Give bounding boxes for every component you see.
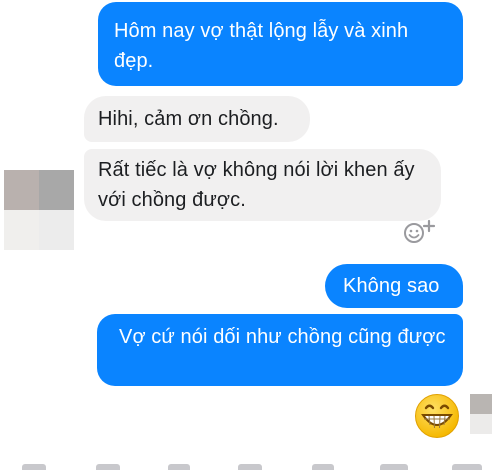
avatar-pixel <box>4 170 39 210</box>
incoming-message[interactable]: Rất tiếc là vợ không nói lời khen ấy với… <box>84 149 441 221</box>
composer-toolbar <box>0 458 500 470</box>
gif-icon[interactable] <box>238 464 262 470</box>
mic-icon[interactable] <box>312 464 334 470</box>
avatar-pixel <box>470 394 492 414</box>
avatar-pixel <box>39 210 74 250</box>
partner-avatar[interactable] <box>4 170 74 250</box>
avatar-pixel <box>39 170 74 210</box>
sticker-icon[interactable] <box>168 464 190 470</box>
incoming-message[interactable]: Hihi, cảm ơn chồng. <box>84 96 310 142</box>
image-icon[interactable] <box>96 464 120 470</box>
outgoing-message[interactable]: Vợ cứ nói dối như chồng cũng được <box>97 314 463 386</box>
emoji-icon[interactable] <box>380 464 408 470</box>
seen-indicator-avatar <box>470 394 492 434</box>
outgoing-message[interactable]: Không sao <box>325 264 463 308</box>
outgoing-message[interactable]: Hôm nay vợ thật lộng lẫy và xinh đẹp. <box>98 2 463 86</box>
avatar-pixel <box>4 210 39 250</box>
avatar-pixel <box>470 414 492 434</box>
camera-icon[interactable] <box>22 464 46 470</box>
add-reaction-icon[interactable] <box>401 216 441 246</box>
like-icon[interactable] <box>452 464 482 470</box>
grinning-face-emoji-icon[interactable] <box>414 393 460 439</box>
chat-thread: Hôm nay vợ thật lộng lẫy và xinh đẹp. Hi… <box>0 0 500 470</box>
